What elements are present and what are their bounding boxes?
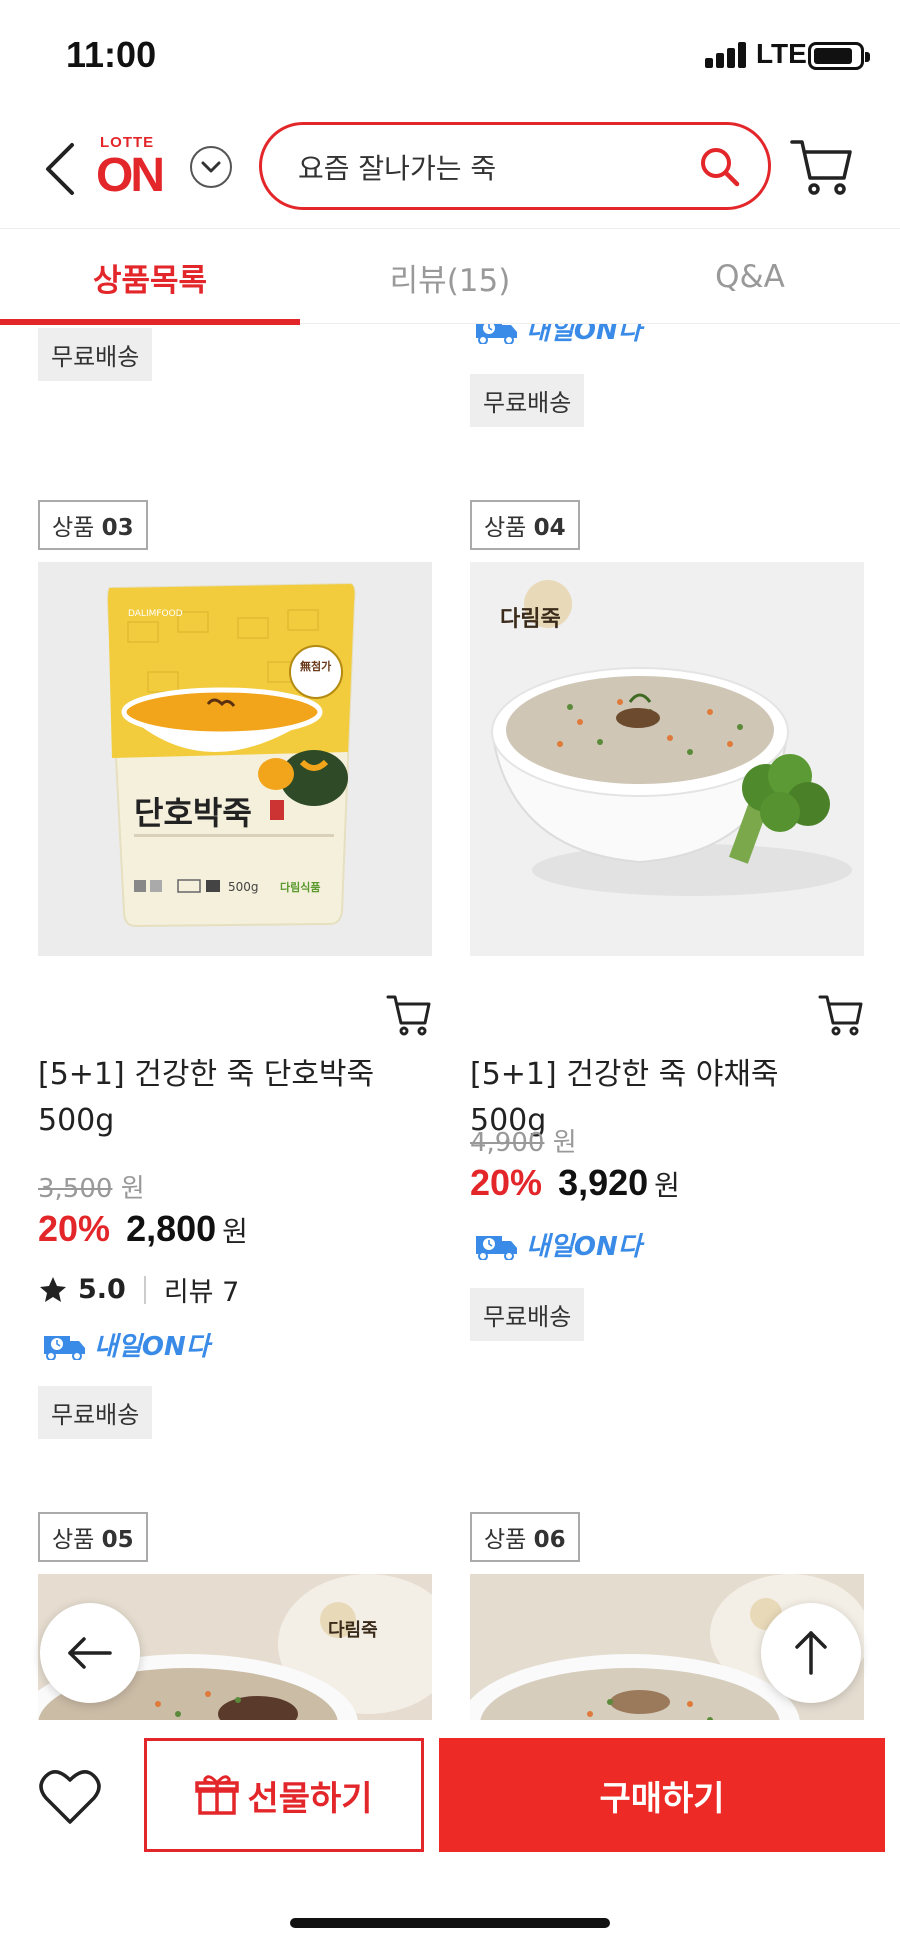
search-input[interactable]: 요즘 잘나가는 죽 bbox=[298, 147, 678, 187]
chevron-left-icon bbox=[46, 143, 74, 195]
add-to-cart-icon[interactable] bbox=[386, 994, 432, 1038]
scroll-top-button[interactable] bbox=[761, 1603, 861, 1703]
network-label: LTE bbox=[756, 38, 807, 69]
discount-rate: 20% bbox=[470, 1162, 543, 1203]
product-number-tag: 상품 05 bbox=[38, 1512, 148, 1562]
tab-product-list[interactable]: 상품목록 bbox=[0, 229, 300, 325]
tomorrow-delivery-badge: 내일ON다 bbox=[38, 1326, 210, 1363]
tab-qna[interactable]: Q&A bbox=[600, 229, 900, 325]
tomorrow-delivery-label: 내일ON다 bbox=[94, 1332, 210, 1362]
tomorrow-delivery-badge: 내일ON다 bbox=[470, 1226, 642, 1263]
purchase-bar: 선물하기 구매하기 bbox=[0, 1720, 900, 1948]
product-card[interactable]: 상품 03 DALIMFOOD 無첨가 단호박죽 500g 다림식품 [5+1]… bbox=[38, 500, 432, 1500]
tomorrow-delivery-label: 내일ON다 bbox=[526, 324, 642, 346]
product-list: 무료배송 내일ON다 무료배송 상품 03 DALIMFOOD 無첨가 단호박죽… bbox=[0, 324, 900, 1734]
status-bar: 11:00 LTE bbox=[0, 0, 900, 110]
cart-button[interactable] bbox=[790, 138, 854, 198]
original-price: 4,900 원 bbox=[470, 1128, 577, 1158]
price: 3,920 bbox=[558, 1162, 649, 1203]
product-number-tag: 상품 04 bbox=[470, 500, 580, 550]
status-time: 11:00 bbox=[66, 34, 157, 75]
active-tab-indicator bbox=[0, 319, 300, 325]
pack-maker-text: 다림식품 bbox=[280, 880, 320, 894]
back-button[interactable] bbox=[34, 132, 84, 206]
product-tabs: 상품목록 리뷰(15) Q&A bbox=[0, 228, 900, 325]
free-shipping-badge: 무료배송 bbox=[470, 374, 585, 427]
bowl-brand-text: 다림죽 bbox=[500, 607, 561, 632]
tomorrow-delivery-badge: 내일ON다 bbox=[470, 324, 642, 347]
product-image[interactable]: 다림죽 bbox=[470, 562, 864, 956]
back-float-button[interactable] bbox=[40, 1603, 140, 1703]
buy-button-label: 구매하기 bbox=[599, 1778, 725, 1819]
arrow-left-icon bbox=[68, 1637, 112, 1669]
product-card[interactable]: 상품 04 다림죽 [5+1] 건강한 죽 야채죽 500g 4,900 원 2… bbox=[470, 500, 864, 1500]
tab-reviews[interactable]: 리뷰(15) bbox=[300, 229, 600, 325]
gift-button-label: 선물하기 bbox=[247, 1778, 373, 1819]
chevron-down-icon bbox=[201, 161, 221, 173]
pack-brand-text: DALIMFOOD bbox=[128, 609, 183, 619]
price: 2,800 bbox=[126, 1208, 217, 1249]
pack-weight-text: 500g bbox=[228, 880, 259, 894]
pack-badge-text: 無첨가 bbox=[300, 659, 331, 673]
buy-button[interactable]: 구매하기 bbox=[439, 1738, 885, 1852]
bowl-brand-text: 다림죽 bbox=[328, 1620, 378, 1641]
cart-icon bbox=[790, 140, 852, 195]
review-count: 리뷰 7 bbox=[163, 1277, 240, 1308]
pumpkin-porridge-pack-image: DALIMFOOD 無첨가 단호박죽 500g 다림식품 bbox=[38, 562, 432, 956]
gift-button[interactable]: 선물하기 bbox=[144, 1738, 424, 1852]
star-icon bbox=[40, 1276, 66, 1302]
lotte-on-logo[interactable]: LOTTE ON bbox=[94, 132, 176, 210]
home-indicator bbox=[290, 1918, 610, 1928]
pack-name-text: 단호박죽 bbox=[134, 794, 252, 832]
signal-icon bbox=[705, 42, 749, 68]
heart-icon bbox=[39, 1770, 101, 1824]
product-number-tag: 상품 03 bbox=[38, 500, 148, 550]
vegetable-porridge-bowl-image: 다림죽 bbox=[470, 562, 864, 956]
original-price: 3,500 원 bbox=[38, 1174, 145, 1204]
sale-price: 20% 2,800 원 bbox=[38, 1208, 248, 1249]
product-image[interactable]: DALIMFOOD 無첨가 단호박죽 500g 다림식품 bbox=[38, 562, 432, 956]
discount-rate: 20% bbox=[38, 1208, 111, 1249]
free-shipping-badge: 무료배송 bbox=[470, 1288, 585, 1341]
search-bar[interactable]: 요즘 잘나가는 죽 bbox=[259, 122, 771, 210]
free-shipping-badge: 무료배송 bbox=[38, 1386, 153, 1439]
arrow-up-icon bbox=[795, 1631, 827, 1675]
rating-score: 5.0 bbox=[78, 1274, 126, 1305]
free-shipping-badge: 무료배송 bbox=[38, 328, 153, 381]
tomorrow-delivery-label: 내일ON다 bbox=[526, 1232, 642, 1262]
rating-row: 5.0 리뷰 7 bbox=[38, 1270, 239, 1309]
sale-price: 20% 3,920 원 bbox=[470, 1162, 680, 1203]
delivery-truck-icon bbox=[476, 324, 517, 344]
search-icon[interactable] bbox=[698, 145, 740, 187]
add-to-cart-icon[interactable] bbox=[818, 994, 864, 1038]
gift-icon bbox=[195, 1775, 240, 1815]
delivery-truck-icon bbox=[44, 1335, 85, 1360]
mall-dropdown-button[interactable] bbox=[190, 146, 232, 188]
product-title[interactable]: [5+1] 건강한 죽 단호박죽 500g bbox=[38, 1052, 432, 1144]
battery-icon bbox=[808, 42, 870, 70]
delivery-truck-icon bbox=[476, 1235, 517, 1260]
wishlist-button[interactable] bbox=[38, 1768, 102, 1828]
product-number-tag: 상품 06 bbox=[470, 1512, 580, 1562]
app-header: LOTTE ON 요즘 잘나가는 죽 bbox=[0, 110, 900, 230]
logo-bottom-text: ON bbox=[96, 149, 165, 202]
